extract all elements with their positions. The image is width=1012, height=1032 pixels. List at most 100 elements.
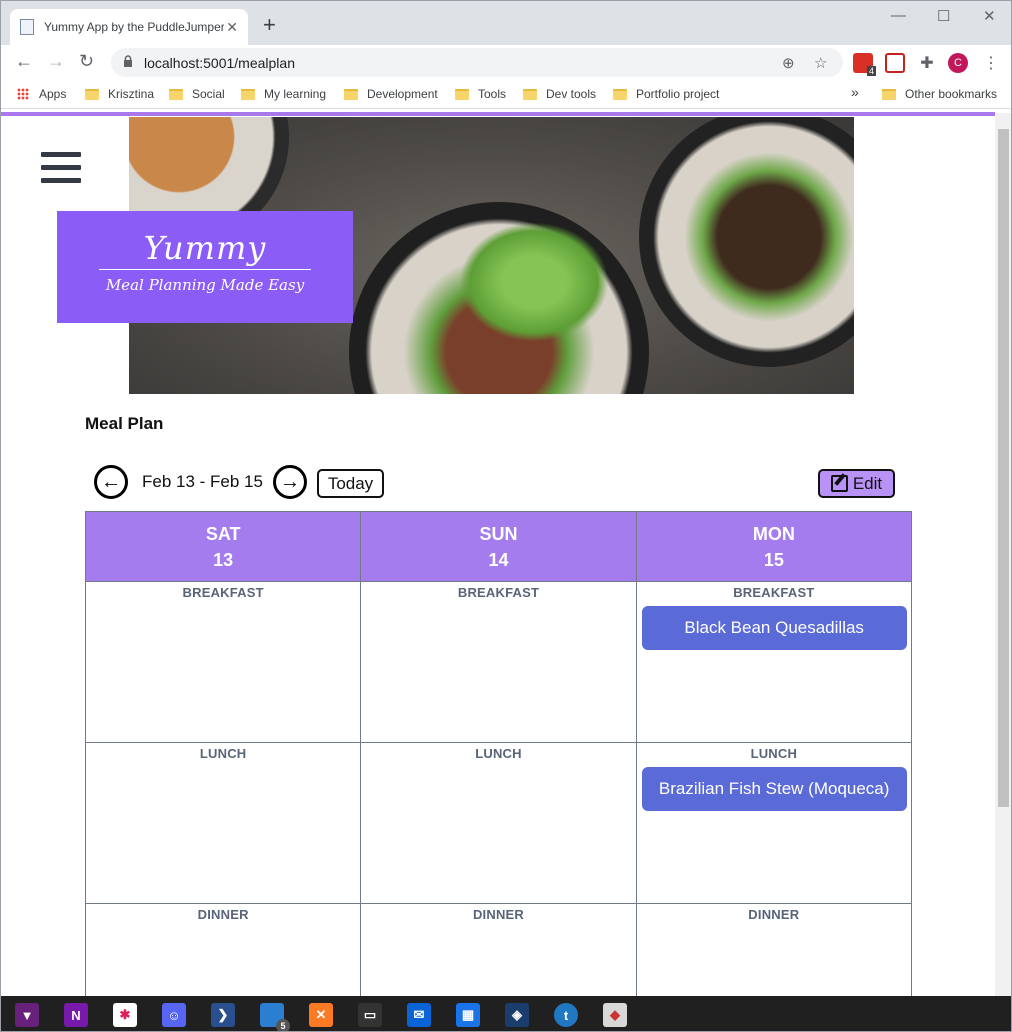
day-name: SAT bbox=[205, 523, 241, 544]
edit-pencil-icon bbox=[830, 475, 848, 492]
virtualbox-icon[interactable]: ◈ bbox=[505, 1003, 529, 1027]
meal-slot-sat-lunch[interactable]: LUNCH bbox=[84, 742, 362, 904]
powershell-icon[interactable]: ❯ bbox=[211, 1003, 235, 1027]
forward-arrow-icon[interactable]: → bbox=[47, 51, 65, 71]
maximize-icon[interactable]: ☐ bbox=[937, 7, 950, 25]
edit-label: Edit bbox=[852, 473, 883, 493]
bookmark-folder[interactable]: Tools bbox=[455, 87, 506, 101]
meal-slot-sat-dinner[interactable]: DINNER bbox=[84, 903, 362, 996]
bookmark-folder[interactable]: Portfolio project bbox=[613, 87, 719, 101]
meal-slot-sun-lunch[interactable]: LUNCH bbox=[360, 742, 637, 904]
slot-label: LUNCH bbox=[750, 746, 798, 761]
extensions-puzzle-icon[interactable]: ✚ bbox=[917, 53, 937, 73]
slot-label: LUNCH bbox=[199, 746, 247, 761]
page-scrollbar[interactable] bbox=[995, 113, 1011, 996]
bookmark-folder[interactable]: My learning bbox=[241, 87, 326, 101]
back-arrow-icon[interactable]: ← bbox=[15, 51, 33, 71]
logo-title: Yummy bbox=[143, 229, 267, 267]
extension-badge: 4 bbox=[866, 66, 876, 76]
profile-avatar[interactable]: C bbox=[948, 53, 968, 73]
bookmark-other[interactable]: Other bookmarks bbox=[882, 87, 997, 101]
lock-icon bbox=[124, 55, 132, 67]
git-icon[interactable]: ◆ bbox=[603, 1003, 627, 1027]
pocket-extension-icon[interactable] bbox=[885, 53, 905, 73]
slot-label: DINNER bbox=[472, 907, 525, 922]
slot-label: DINNER bbox=[197, 907, 249, 922]
folder-icon bbox=[85, 88, 99, 100]
folder-icon bbox=[169, 88, 183, 100]
bookmark-label: Dev tools bbox=[546, 87, 597, 101]
folder-icon bbox=[523, 88, 537, 100]
slot-label: BREAKFAST bbox=[457, 585, 540, 600]
new-tab-button[interactable]: + bbox=[263, 14, 276, 36]
folder-icon bbox=[613, 88, 627, 100]
page-title: Meal Plan bbox=[85, 414, 164, 433]
meal-chip[interactable]: Black Bean Quesadillas bbox=[641, 606, 907, 650]
meal-slot-sat-breakfast[interactable]: BREAKFAST bbox=[84, 581, 362, 743]
bookmark-label: Krisztina bbox=[108, 87, 155, 101]
bookmark-apps[interactable]: Apps bbox=[17, 87, 66, 101]
apps-grid-icon bbox=[17, 88, 29, 100]
browser-window: Yummy App by the PuddleJumpers ✕ + — ☐ ✕… bbox=[0, 0, 1012, 1032]
tab-close-icon[interactable]: ✕ bbox=[226, 19, 238, 36]
minimize-icon[interactable]: — bbox=[891, 7, 906, 24]
next-week-button[interactable]: → bbox=[273, 465, 307, 499]
page-favicon-icon bbox=[20, 19, 34, 35]
bookmark-folder[interactable]: Krisztina bbox=[85, 87, 154, 101]
slot-label: BREAKFAST bbox=[733, 585, 815, 600]
bookmark-folder[interactable]: Dev tools bbox=[523, 87, 596, 101]
slack-icon[interactable]: ✱ bbox=[113, 1003, 137, 1027]
visual-studio-icon[interactable]: ▼ bbox=[15, 1003, 39, 1027]
today-button[interactable]: Today bbox=[317, 469, 384, 498]
bookmark-label: Other bookmarks bbox=[905, 87, 998, 101]
menu-kebab-icon[interactable]: ⋮ bbox=[981, 53, 1001, 73]
day-header-mon: MON 15 bbox=[635, 511, 913, 582]
meal-chip[interactable]: Brazilian Fish Stew (Moqueca) bbox=[641, 767, 907, 811]
hamburger-menu-icon[interactable] bbox=[41, 152, 81, 186]
bookmarks-overflow-icon[interactable]: » bbox=[851, 84, 859, 100]
day-date: 15 bbox=[763, 549, 784, 570]
logo-divider bbox=[99, 269, 311, 270]
bookmark-label: Apps bbox=[39, 87, 67, 101]
mail-icon[interactable]: ✉ bbox=[407, 1003, 431, 1027]
folder-icon bbox=[344, 88, 358, 100]
bookmark-folder[interactable]: Development bbox=[344, 87, 438, 101]
address-bar[interactable]: localhost:5001/mealplan ⊕ ☆ bbox=[111, 48, 843, 77]
day-name: SUN bbox=[479, 523, 518, 544]
folder-icon bbox=[241, 88, 255, 100]
browser-tab[interactable]: Yummy App by the PuddleJumpers ✕ bbox=[10, 9, 248, 45]
terminal-icon[interactable]: ▭ bbox=[358, 1003, 382, 1027]
meal-slot-sun-dinner[interactable]: DINNER bbox=[360, 903, 637, 996]
day-header-sun: SUN 14 bbox=[360, 511, 637, 582]
meal-slot-mon-lunch[interactable]: LUNCH Brazilian Fish Stew (Moqueca) bbox=[635, 742, 913, 904]
bookmark-star-icon[interactable]: ☆ bbox=[814, 54, 827, 72]
page-content: Yummy Meal Planning Made Easy Meal Plan … bbox=[1, 109, 995, 996]
taskbar-badge: 5 bbox=[276, 1019, 290, 1031]
arrow-left-icon: ← bbox=[101, 471, 121, 493]
tracking-icon[interactable]: t bbox=[554, 1003, 578, 1027]
xampp-icon[interactable]: ✕ bbox=[309, 1003, 333, 1027]
zoom-icon[interactable]: ⊕ bbox=[782, 54, 795, 72]
slot-label: LUNCH bbox=[475, 746, 522, 761]
calendar-icon[interactable]: ▦ bbox=[456, 1003, 480, 1027]
bookmark-folder[interactable]: Social bbox=[169, 87, 225, 101]
discord-icon[interactable]: ☺ bbox=[162, 1003, 186, 1027]
meal-slot-mon-dinner[interactable]: DINNER bbox=[635, 903, 913, 996]
window-close-icon[interactable]: ✕ bbox=[983, 7, 996, 25]
reload-icon[interactable]: ↻ bbox=[79, 51, 94, 71]
day-date: 14 bbox=[488, 549, 509, 570]
meal-slot-sun-breakfast[interactable]: BREAKFAST bbox=[360, 581, 637, 743]
previous-week-button[interactable]: ← bbox=[94, 465, 128, 499]
meal-plan-calendar: SAT 13 SUN 14 MON 15 BREAKFAST BREAKFAST BR… bbox=[84, 511, 913, 996]
yummy-logo[interactable]: Yummy Meal Planning Made Easy bbox=[57, 211, 353, 323]
scrollbar-thumb[interactable] bbox=[998, 129, 1009, 807]
bookmarks-bar: Apps Krisztina Social My learning Develo… bbox=[1, 79, 1011, 109]
meal-slot-mon-breakfast[interactable]: BREAKFAST Black Bean Quesadillas bbox=[635, 581, 913, 743]
day-header-sat: SAT 13 bbox=[84, 511, 362, 582]
bookmark-label: My learning bbox=[264, 87, 327, 101]
bookmark-label: Development bbox=[367, 87, 438, 101]
extension-icon[interactable]: 4 bbox=[853, 53, 876, 76]
edit-button[interactable]: Edit bbox=[818, 469, 895, 498]
vscode-icon[interactable]: 5 bbox=[260, 1003, 290, 1031]
onenote-icon[interactable]: N bbox=[64, 1003, 88, 1027]
